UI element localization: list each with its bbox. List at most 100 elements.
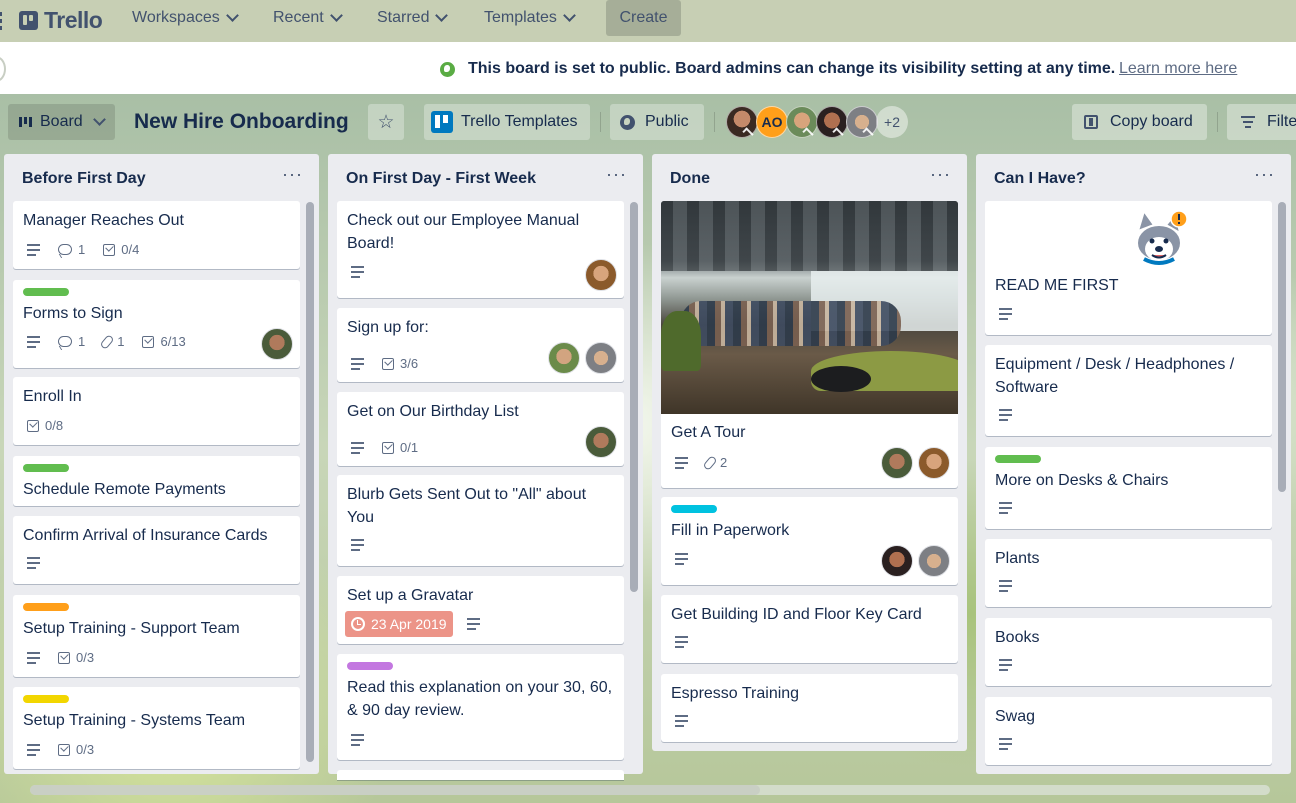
card-label-purple[interactable] (347, 662, 393, 670)
card-blurb-gets-sent[interactable]: Blurb Gets Sent Out to "All" about You (337, 475, 624, 566)
recent-menu[interactable]: Recent (273, 0, 343, 36)
card-set-up-gravatar[interactable]: Set up a Gravatar 23 Apr 2019 (337, 576, 624, 644)
description-icon (351, 357, 364, 370)
card-swag[interactable]: Swag (985, 697, 1272, 765)
list-header[interactable]: Done ··· (652, 154, 967, 200)
copy-board-label: Copy board (1110, 113, 1193, 130)
member-avatar[interactable] (918, 447, 950, 479)
workspaces-menu[interactable]: Workspaces (132, 0, 239, 36)
list-menu-icon[interactable]: ··· (1254, 164, 1275, 185)
create-button[interactable]: Create (606, 0, 681, 36)
list-can-i-have: Can I Have? ··· READ ME FIRST Equipment … (976, 154, 1291, 774)
member-avatar[interactable] (726, 106, 758, 139)
description-icon (999, 659, 1012, 671)
list-before-first-day: Before First Day ··· Manager Reaches Out… (4, 154, 319, 774)
card-review-explanation[interactable]: Read this explanation on your 30, 60, & … (337, 654, 624, 760)
list-title[interactable]: On First Day - First Week (346, 170, 536, 188)
list-title[interactable]: Before First Day (22, 170, 146, 188)
member-avatar[interactable] (918, 545, 950, 577)
card-schedule-remote-payments[interactable]: Schedule Remote Payments (13, 456, 300, 506)
member-avatar[interactable] (846, 106, 878, 139)
card-plants[interactable]: Plants (985, 539, 1272, 607)
card-badges (351, 734, 364, 746)
trello-templates-button[interactable]: Trello Templates (424, 104, 590, 140)
card-label-yellow[interactable] (23, 695, 69, 703)
card-read-me-first[interactable]: READ ME FIRST (985, 201, 1272, 335)
star-board-button[interactable]: ☆ (368, 104, 404, 140)
card-employee-manual[interactable]: Check out our Employee Manual Board! (337, 201, 624, 298)
description-icon (351, 539, 364, 551)
app-switcher-icon[interactable] (0, 12, 4, 30)
member-avatar[interactable] (816, 106, 848, 139)
card-manager-reaches-out[interactable]: Manager Reaches Out 1 0/4 (13, 201, 300, 269)
card-sign-up-for[interactable]: Sign up for: 3/6 (337, 308, 624, 382)
card-desks-and-chairs[interactable]: More on Desks & Chairs (985, 447, 1272, 529)
card-title: Get A Tour (671, 424, 746, 441)
list-scrollbar[interactable] (630, 202, 638, 592)
chevron-down-icon (225, 9, 239, 22)
member-avatar[interactable] (585, 426, 617, 458)
list-menu-icon[interactable]: ··· (282, 164, 303, 185)
attachment-icon (702, 454, 718, 471)
member-avatar[interactable] (585, 259, 617, 291)
comment-icon (58, 244, 72, 255)
member-avatar[interactable] (585, 342, 617, 374)
card-title: Swag (995, 708, 1036, 725)
card-equipment[interactable]: Equipment / Desk / Headphones / Software (985, 345, 1272, 436)
member-avatar[interactable] (881, 447, 913, 479)
filter-button[interactable]: Filter (1227, 104, 1296, 140)
templates-menu[interactable]: Templates (484, 0, 576, 36)
list-scrollbar[interactable] (306, 202, 314, 762)
list-title[interactable]: Done (670, 170, 710, 188)
starred-menu[interactable]: Starred (377, 0, 449, 36)
board-horizontal-scrollbar-thumb[interactable] (30, 785, 760, 795)
board-title[interactable]: New Hire Onboarding (134, 104, 349, 140)
checklist-badge: 0/4 (103, 242, 139, 257)
description-icon (999, 308, 1012, 320)
card-label-green[interactable] (23, 288, 69, 296)
card-fill-in-paperwork[interactable]: Fill in Paperwork (661, 497, 958, 585)
member-avatar[interactable] (786, 106, 818, 139)
card-books[interactable]: Books (985, 618, 1272, 686)
board-view-switcher[interactable]: Board (8, 104, 115, 140)
card-label-orange[interactable] (23, 603, 69, 611)
list-header[interactable]: Can I Have? ··· (976, 154, 1291, 200)
member-avatar[interactable] (881, 545, 913, 577)
card-espresso-training[interactable]: Espresso Training (661, 674, 958, 742)
card-enroll-in[interactable]: Enroll In 0/8 (13, 377, 300, 445)
attachments-badge: 2 (702, 454, 727, 471)
card-label-green[interactable] (23, 464, 69, 472)
filter-label: Filter (1267, 113, 1296, 130)
list-scrollbar[interactable] (1278, 202, 1286, 492)
list-header[interactable]: On First Day - First Week ··· (328, 154, 643, 200)
card-get-a-tour[interactable]: Get A Tour 2 (661, 201, 958, 488)
card-title: Get Building ID and Floor Key Card (671, 606, 922, 623)
husky-sticker-icon (1136, 209, 1188, 265)
card-setup-training-systems[interactable]: Setup Training - Systems Team 0/3 (13, 687, 300, 769)
visibility-button[interactable]: Public (610, 104, 704, 140)
checklist-badge: 0/1 (382, 440, 418, 455)
list-header[interactable]: Before First Day ··· (4, 154, 319, 200)
member-avatar[interactable] (261, 328, 293, 360)
list-menu-icon[interactable]: ··· (606, 164, 627, 185)
learn-more-link[interactable]: Learn more here (1119, 60, 1237, 78)
due-date-badge[interactable]: 23 Apr 2019 (345, 611, 453, 637)
card-setup-training-support[interactable]: Setup Training - Support Team 0/3 (13, 595, 300, 677)
card-forms-to-sign[interactable]: Forms to Sign 1 1 6/13 (13, 280, 300, 368)
member-avatar-ao[interactable]: AO (756, 106, 788, 138)
card-confirm-insurance[interactable]: Confirm Arrival of Insurance Cards (13, 516, 300, 584)
card-building-id[interactable]: Get Building ID and Floor Key Card (661, 595, 958, 663)
member-avatar[interactable] (548, 342, 580, 374)
more-members-button[interactable]: +2 (876, 106, 908, 138)
comments-badge: 1 (58, 242, 85, 257)
card-title: Check out our Employee Manual Board! (347, 212, 580, 252)
copy-board-button[interactable]: Copy board (1072, 104, 1207, 140)
card-birthday-list[interactable]: Get on Our Birthday List 0/1 (337, 392, 624, 466)
card-badges (675, 715, 688, 727)
list-title[interactable]: Can I Have? (994, 170, 1086, 188)
card-label-green[interactable] (995, 455, 1041, 463)
trello-logo[interactable]: Trello (19, 7, 103, 34)
card-partial[interactable] (337, 770, 624, 780)
card-label-sky[interactable] (671, 505, 717, 513)
list-menu-icon[interactable]: ··· (930, 164, 951, 185)
